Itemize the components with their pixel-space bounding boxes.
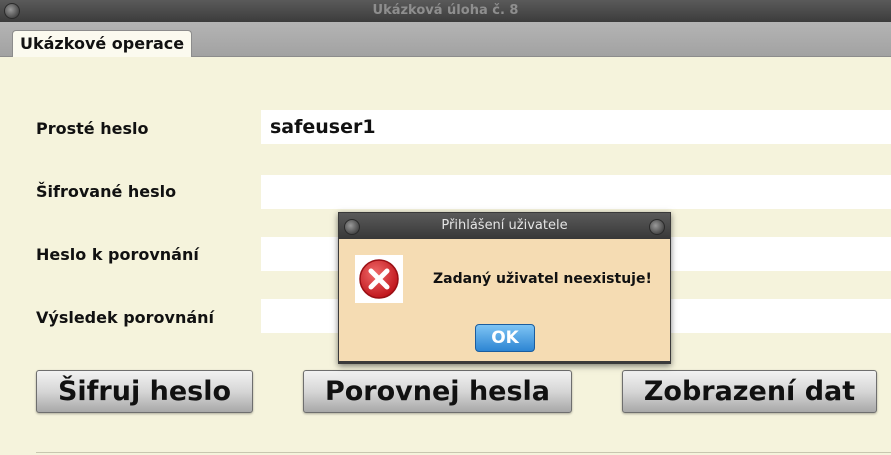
compare-result-label: Výsledek porovnání: [36, 308, 215, 327]
show-data-button[interactable]: Zobrazení dat: [622, 370, 877, 413]
plain-password-label: Prosté heslo: [36, 119, 149, 138]
encrypt-password-button[interactable]: Šifruj heslo: [36, 370, 253, 413]
tab-sample-operations[interactable]: Ukázkové operace: [12, 30, 193, 57]
window-close-icon[interactable]: [4, 3, 20, 19]
encrypted-password-label: Šifrované heslo: [36, 182, 177, 201]
dialog-message: Zadaný uživatel neexistuje!: [433, 271, 652, 287]
dialog-bottom-border: [339, 361, 670, 363]
bottom-divider: [36, 452, 891, 453]
tab-strip: Ukázkové operace: [0, 22, 891, 57]
encrypted-password-input[interactable]: [261, 175, 891, 209]
error-icon: [355, 255, 403, 303]
window-title: Ukázková úloha č. 8: [372, 3, 519, 18]
login-error-dialog: Přihlášení uživatele Zadaný uživatel nee…: [338, 212, 671, 364]
window-titlebar: Ukázková úloha č. 8: [0, 0, 891, 22]
dialog-title: Přihlášení uživatele: [441, 218, 568, 233]
ok-button[interactable]: OK: [475, 324, 535, 352]
dialog-close-icon[interactable]: [344, 219, 360, 235]
compare-password-label: Heslo k porovnání: [36, 245, 199, 264]
tab-label: Ukázkové operace: [20, 34, 185, 53]
dialog-maximize-icon[interactable]: [649, 219, 665, 235]
compare-passwords-button[interactable]: Porovnej hesla: [303, 370, 572, 413]
plain-password-input[interactable]: [261, 110, 891, 144]
dialog-titlebar: Přihlášení uživatele: [339, 213, 670, 239]
